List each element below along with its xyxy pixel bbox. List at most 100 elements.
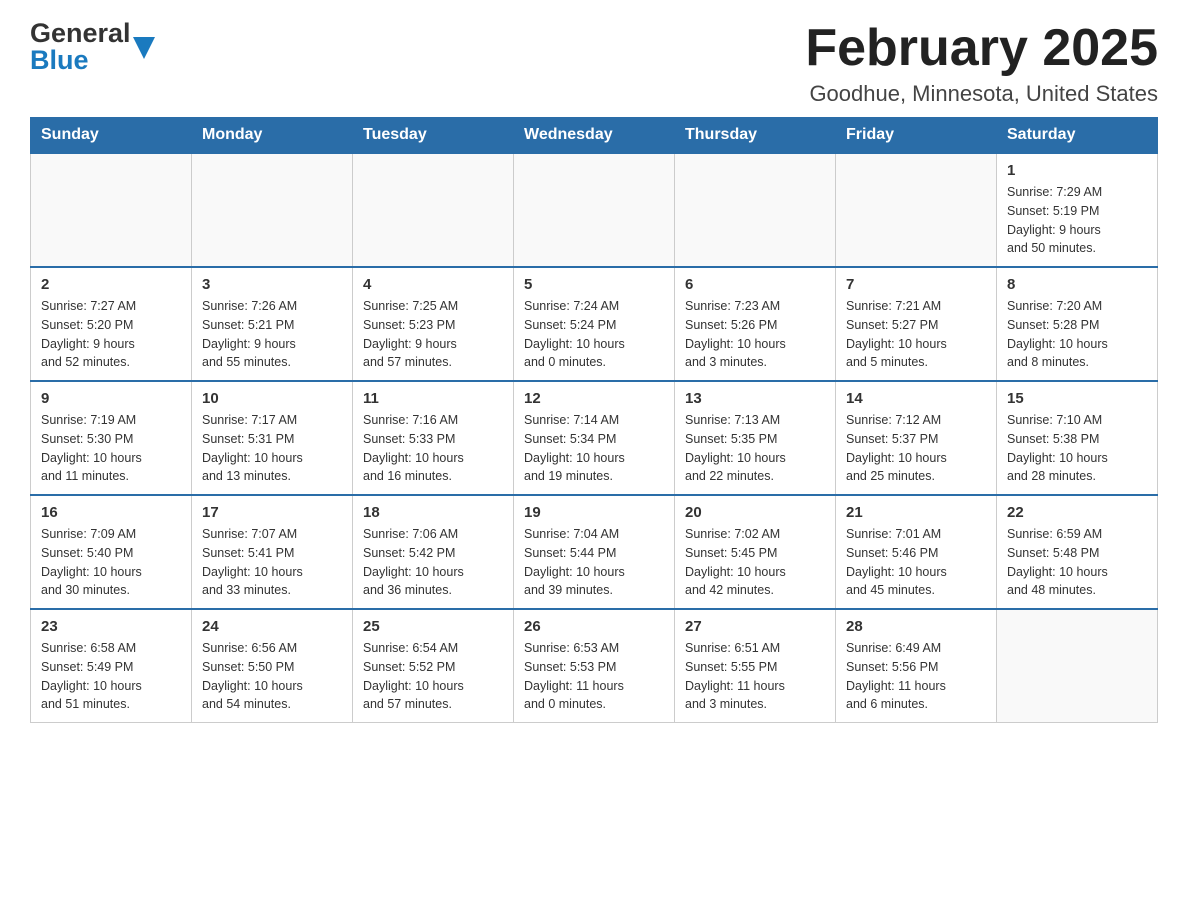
table-row: 6 Sunrise: 7:23 AM Sunset: 5:26 PM Daylig… [675, 267, 836, 381]
day-info: Sunrise: 7:04 AM Sunset: 5:44 PM Dayligh… [524, 525, 664, 600]
day-info: Sunrise: 7:29 AM Sunset: 5:19 PM Dayligh… [1007, 183, 1147, 258]
table-row: 19 Sunrise: 7:04 AM Sunset: 5:44 PM Dayli… [514, 495, 675, 609]
day-info: Sunrise: 6:54 AM Sunset: 5:52 PM Dayligh… [363, 639, 503, 714]
table-row [836, 153, 997, 267]
calendar-subtitle: Goodhue, Minnesota, United States [805, 81, 1158, 107]
day-info: Sunrise: 6:59 AM Sunset: 5:48 PM Dayligh… [1007, 525, 1147, 600]
table-row: 20 Sunrise: 7:02 AM Sunset: 5:45 PM Dayli… [675, 495, 836, 609]
header-wednesday: Wednesday [514, 118, 675, 154]
table-row [31, 153, 192, 267]
day-info: Sunrise: 7:24 AM Sunset: 5:24 PM Dayligh… [524, 297, 664, 372]
day-number: 7 [846, 276, 986, 293]
table-row: 18 Sunrise: 7:06 AM Sunset: 5:42 PM Dayli… [353, 495, 514, 609]
page-header: General Blue February 2025 Goodhue, Minn… [30, 20, 1158, 107]
table-row: 15Sunrise: 7:10 AM Sunset: 5:38 PM Dayli… [997, 381, 1158, 495]
header-saturday: Saturday [997, 118, 1158, 154]
table-row: 9 Sunrise: 7:19 AM Sunset: 5:30 PM Daylig… [31, 381, 192, 495]
day-info: Sunrise: 7:06 AM Sunset: 5:42 PM Dayligh… [363, 525, 503, 600]
table-row: 5 Sunrise: 7:24 AM Sunset: 5:24 PM Daylig… [514, 267, 675, 381]
day-info: Sunrise: 7:27 AM Sunset: 5:20 PM Dayligh… [41, 297, 181, 372]
header-sunday: Sunday [31, 118, 192, 154]
day-number: 5 [524, 276, 664, 293]
day-info: Sunrise: 7:19 AM Sunset: 5:30 PM Dayligh… [41, 411, 181, 486]
day-number: 14 [846, 390, 986, 407]
calendar-title-block: February 2025 Goodhue, Minnesota, United… [805, 20, 1158, 107]
table-row: 1 Sunrise: 7:29 AM Sunset: 5:19 PM Daylig… [997, 153, 1158, 267]
day-info: Sunrise: 7:26 AM Sunset: 5:21 PM Dayligh… [202, 297, 342, 372]
day-info: Sunrise: 6:53 AM Sunset: 5:53 PM Dayligh… [524, 639, 664, 714]
day-info: Sunrise: 7:14 AM Sunset: 5:34 PM Dayligh… [524, 411, 664, 486]
table-row: 8 Sunrise: 7:20 AM Sunset: 5:28 PM Daylig… [997, 267, 1158, 381]
day-number: 19 [524, 504, 664, 521]
day-number: 4 [363, 276, 503, 293]
table-row: 2 Sunrise: 7:27 AM Sunset: 5:20 PM Daylig… [31, 267, 192, 381]
day-info: Sunrise: 7:16 AM Sunset: 5:33 PM Dayligh… [363, 411, 503, 486]
day-info: Sunrise: 7:07 AM Sunset: 5:41 PM Dayligh… [202, 525, 342, 600]
table-row: 26 Sunrise: 6:53 AM Sunset: 5:53 PM Dayli… [514, 609, 675, 723]
calendar-week-row: 2 Sunrise: 7:27 AM Sunset: 5:20 PM Daylig… [31, 267, 1158, 381]
day-number: 13 [685, 390, 825, 407]
header-tuesday: Tuesday [353, 118, 514, 154]
day-number: 3 [202, 276, 342, 293]
table-row: 28 Sunrise: 6:49 AM Sunset: 5:56 PM Dayli… [836, 609, 997, 723]
table-row: 12Sunrise: 7:14 AM Sunset: 5:34 PM Dayli… [514, 381, 675, 495]
table-row [514, 153, 675, 267]
day-number: 20 [685, 504, 825, 521]
day-info: Sunrise: 7:09 AM Sunset: 5:40 PM Dayligh… [41, 525, 181, 600]
table-row: 7 Sunrise: 7:21 AM Sunset: 5:27 PM Daylig… [836, 267, 997, 381]
day-number: 25 [363, 618, 503, 635]
day-number: 15 [1007, 390, 1147, 407]
table-row: 24Sunrise: 6:56 AM Sunset: 5:50 PM Dayli… [192, 609, 353, 723]
calendar-header-row: Sunday Monday Tuesday Wednesday Thursday… [31, 118, 1158, 154]
day-number: 10 [202, 390, 342, 407]
day-number: 8 [1007, 276, 1147, 293]
table-row [675, 153, 836, 267]
header-thursday: Thursday [675, 118, 836, 154]
calendar-week-row: 9 Sunrise: 7:19 AM Sunset: 5:30 PM Daylig… [31, 381, 1158, 495]
day-info: Sunrise: 7:13 AM Sunset: 5:35 PM Dayligh… [685, 411, 825, 486]
table-row: 3 Sunrise: 7:26 AM Sunset: 5:21 PM Daylig… [192, 267, 353, 381]
table-row: 22 Sunrise: 6:59 AM Sunset: 5:48 PM Dayli… [997, 495, 1158, 609]
day-info: Sunrise: 6:58 AM Sunset: 5:49 PM Dayligh… [41, 639, 181, 714]
header-monday: Monday [192, 118, 353, 154]
table-row: 27Sunrise: 6:51 AM Sunset: 5:55 PM Dayli… [675, 609, 836, 723]
day-info: Sunrise: 6:51 AM Sunset: 5:55 PM Dayligh… [685, 639, 825, 714]
table-row: 10Sunrise: 7:17 AM Sunset: 5:31 PM Dayli… [192, 381, 353, 495]
day-number: 16 [41, 504, 181, 521]
day-info: Sunrise: 7:20 AM Sunset: 5:28 PM Dayligh… [1007, 297, 1147, 372]
table-row: 23 Sunrise: 6:58 AM Sunset: 5:49 PM Dayli… [31, 609, 192, 723]
table-row [997, 609, 1158, 723]
day-info: Sunrise: 7:01 AM Sunset: 5:46 PM Dayligh… [846, 525, 986, 600]
logo-blue-text: Blue [30, 47, 131, 74]
day-number: 23 [41, 618, 181, 635]
table-row: 17 Sunrise: 7:07 AM Sunset: 5:41 PM Dayli… [192, 495, 353, 609]
day-number: 17 [202, 504, 342, 521]
table-row: 25 Sunrise: 6:54 AM Sunset: 5:52 PM Dayli… [353, 609, 514, 723]
day-number: 6 [685, 276, 825, 293]
day-number: 22 [1007, 504, 1147, 521]
table-row: 11 Sunrise: 7:16 AM Sunset: 5:33 PM Dayli… [353, 381, 514, 495]
day-number: 28 [846, 618, 986, 635]
day-number: 26 [524, 618, 664, 635]
calendar-table: Sunday Monday Tuesday Wednesday Thursday… [30, 117, 1158, 723]
calendar-week-row: 1 Sunrise: 7:29 AM Sunset: 5:19 PM Daylig… [31, 153, 1158, 267]
day-info: Sunrise: 7:12 AM Sunset: 5:37 PM Dayligh… [846, 411, 986, 486]
day-info: Sunrise: 6:56 AM Sunset: 5:50 PM Dayligh… [202, 639, 342, 714]
day-info: Sunrise: 7:02 AM Sunset: 5:45 PM Dayligh… [685, 525, 825, 600]
day-info: Sunrise: 7:21 AM Sunset: 5:27 PM Dayligh… [846, 297, 986, 372]
table-row: 21 Sunrise: 7:01 AM Sunset: 5:46 PM Dayli… [836, 495, 997, 609]
day-number: 11 [363, 390, 503, 407]
table-row: 16 Sunrise: 7:09 AM Sunset: 5:40 PM Dayli… [31, 495, 192, 609]
header-friday: Friday [836, 118, 997, 154]
table-row: 4Sunrise: 7:25 AM Sunset: 5:23 PM Daylig… [353, 267, 514, 381]
logo-triangle-icon [133, 37, 155, 64]
day-number: 2 [41, 276, 181, 293]
day-info: Sunrise: 7:23 AM Sunset: 5:26 PM Dayligh… [685, 297, 825, 372]
table-row: 14 Sunrise: 7:12 AM Sunset: 5:37 PM Dayli… [836, 381, 997, 495]
day-number: 1 [1007, 162, 1147, 179]
day-info: Sunrise: 6:49 AM Sunset: 5:56 PM Dayligh… [846, 639, 986, 714]
day-number: 9 [41, 390, 181, 407]
day-number: 18 [363, 504, 503, 521]
calendar-week-row: 16 Sunrise: 7:09 AM Sunset: 5:40 PM Dayli… [31, 495, 1158, 609]
day-number: 21 [846, 504, 986, 521]
